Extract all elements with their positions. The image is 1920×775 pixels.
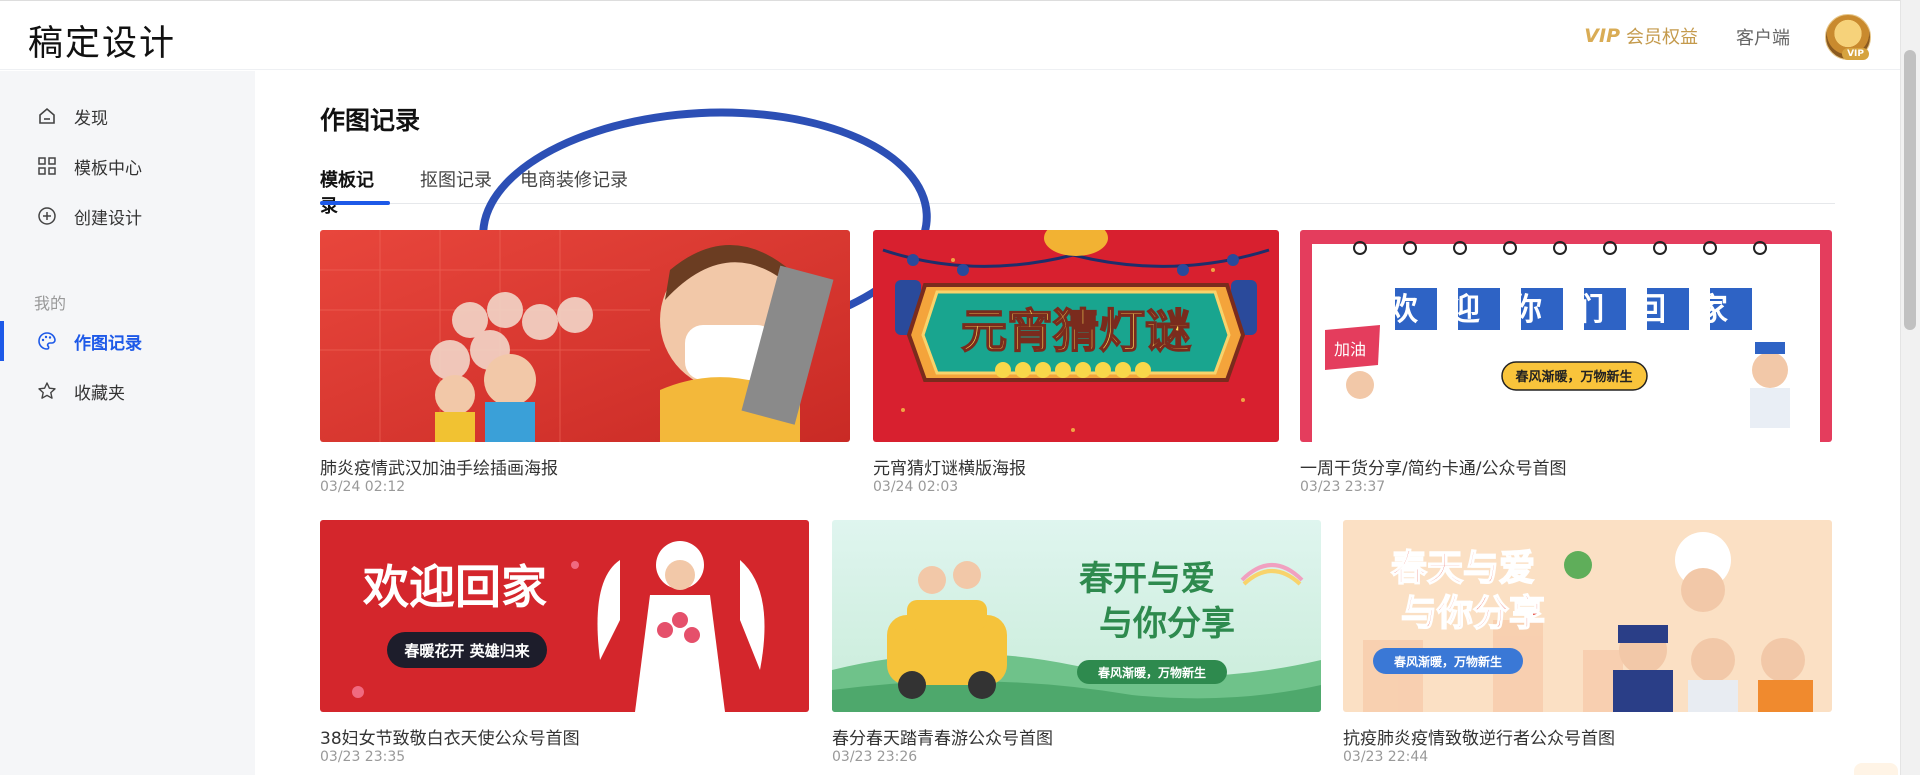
page-title: 作图记录 bbox=[320, 106, 421, 135]
avatar-vip-badge: VIP bbox=[1842, 48, 1869, 60]
record-date: 03/23 22:44 bbox=[1343, 749, 1429, 765]
thumb-subtitle: 春风渐暖，万物新生 bbox=[1097, 665, 1206, 680]
vip-benefits-link[interactable]: VIP 会员权益 bbox=[1584, 23, 1698, 49]
main-content: 作图记录 模板记录 抠图记录 电商装修记录 肺炎疫情武汉加油手绘插画海报 03/… bbox=[255, 71, 1900, 775]
record-title[interactable]: 肺炎疫情武汉加油手绘插画海报 bbox=[320, 454, 558, 479]
record-thumbnail[interactable]: 春天与爱 与你分享 春风渐暖，万物新生 bbox=[1343, 520, 1832, 712]
home-icon bbox=[36, 105, 58, 127]
tab-label: 模板记录 bbox=[320, 170, 374, 217]
record-date: 03/23 23:26 bbox=[832, 749, 918, 765]
top-bar: 稿定设计 VIP 会员权益 客户端 VIP bbox=[0, 0, 1900, 70]
thumb-heading-2: 与你分享 bbox=[1099, 604, 1235, 644]
record-thumbnail[interactable]: 元宵猜灯谜 bbox=[873, 230, 1279, 442]
record-title[interactable]: 元宵猜灯谜横版海报 bbox=[873, 454, 1026, 479]
record-title[interactable]: 春分春天踏青春游公众号首图 bbox=[832, 724, 1053, 749]
sidebar-item-label: 创建设计 bbox=[74, 208, 142, 229]
record-date: 03/23 23:35 bbox=[320, 749, 406, 765]
thumb-heading: 春天与爱 bbox=[1391, 548, 1535, 589]
client-download-link[interactable]: 客户端 bbox=[1736, 24, 1790, 50]
scrollbar-thumb[interactable] bbox=[1904, 50, 1916, 330]
vip-benefits-label: 会员权益 bbox=[1626, 27, 1698, 48]
thumb-subtitle: 春暖花开 英雄归来 bbox=[404, 642, 530, 660]
record-thumbnail[interactable] bbox=[320, 230, 850, 442]
floating-widget[interactable] bbox=[1854, 763, 1898, 775]
tab-active-underline bbox=[320, 201, 390, 205]
tab-template-records[interactable]: 模板记录 bbox=[320, 166, 390, 217]
record-card[interactable]: 元宵猜灯谜 元宵猜灯谜横版海报 03/24 02:03 bbox=[873, 230, 1279, 495]
thumb-heading: 欢迎你们回家 bbox=[1386, 292, 1759, 328]
grid-icon bbox=[36, 155, 58, 177]
record-title[interactable]: 一周干货分享/简约卡通/公众号首图 bbox=[1300, 454, 1566, 479]
record-card[interactable]: 肺炎疫情武汉加油手绘插画海报 03/24 02:12 bbox=[320, 230, 850, 495]
record-date: 03/24 02:03 bbox=[873, 479, 959, 495]
record-card[interactable]: 春开与爱 与你分享 春风渐暖，万物新生 春分春天踏青春游公众号首图 03/23 … bbox=[832, 520, 1321, 765]
section-label-mine: 我的 bbox=[34, 294, 67, 313]
thumb-subtitle: 春风渐暖，万物新生 bbox=[1393, 654, 1502, 669]
thumb-heading: 春开与爱 bbox=[1079, 559, 1215, 599]
record-card[interactable]: 春天与爱 与你分享 春风渐暖，万物新生 抗疫肺炎疫情致敬逆行者公众号首图 03/… bbox=[1343, 520, 1832, 765]
palette-icon bbox=[36, 330, 58, 352]
record-title[interactable]: 抗疫肺炎疫情致敬逆行者公众号首图 bbox=[1343, 724, 1615, 749]
record-date: 03/24 02:12 bbox=[320, 479, 406, 495]
sidebar-item-design-records[interactable]: 作图记录 bbox=[0, 321, 255, 361]
record-title[interactable]: 38妇女节致敬白衣天使公众号首图 bbox=[320, 724, 580, 749]
record-thumbnail[interactable]: 欢迎回家 春暖花开 英雄归来 bbox=[320, 520, 809, 712]
vip-icon: VIP bbox=[1584, 25, 1620, 47]
star-icon bbox=[36, 380, 58, 402]
record-card[interactable]: 欢迎你们回家 春风渐暖，万物新生 加油 一周干货分享/简约卡通/公众号首图 03… bbox=[1300, 230, 1832, 495]
sidebar-item-templates[interactable]: 模板中心 bbox=[0, 146, 255, 186]
thumb-heading: 元宵猜灯谜 bbox=[961, 304, 1191, 358]
sidebar-item-discover[interactable]: 发现 bbox=[0, 96, 255, 136]
sidebar-item-label: 模板中心 bbox=[74, 158, 142, 179]
record-thumbnail[interactable]: 欢迎你们回家 春风渐暖，万物新生 加油 bbox=[1300, 230, 1832, 442]
sidebar-item-label: 发现 bbox=[74, 108, 108, 129]
sidebar-item-label: 作图记录 bbox=[74, 333, 142, 354]
plus-circle-icon bbox=[36, 205, 58, 227]
thumb-heading-2: 与你分享 bbox=[1401, 593, 1545, 634]
record-date: 03/23 23:37 bbox=[1300, 479, 1386, 495]
active-indicator bbox=[0, 321, 4, 361]
sidebar-item-label: 收藏夹 bbox=[74, 383, 125, 404]
thumb-heading: 欢迎回家 bbox=[362, 560, 547, 614]
record-thumbnail[interactable]: 春开与爱 与你分享 春风渐暖，万物新生 bbox=[832, 520, 1321, 712]
sidebar: 发现 模板中心 创建设计 我的 作图记录 收藏夹 bbox=[0, 71, 255, 775]
thumb-flag-text: 加油 bbox=[1334, 340, 1366, 359]
tab-cutout-records[interactable]: 抠图记录 bbox=[420, 166, 492, 204]
sidebar-item-create[interactable]: 创建设计 bbox=[0, 196, 255, 236]
app-logo[interactable]: 稿定设计 bbox=[28, 15, 176, 66]
sidebar-item-favorites[interactable]: 收藏夹 bbox=[0, 371, 255, 411]
page-scrollbar[interactable] bbox=[1900, 0, 1920, 775]
thumb-subtitle: 春风渐暖，万物新生 bbox=[1514, 369, 1632, 385]
record-card[interactable]: 欢迎回家 春暖花开 英雄归来 38妇女节致敬白衣天使公众号首图 03/23 23… bbox=[320, 520, 809, 765]
